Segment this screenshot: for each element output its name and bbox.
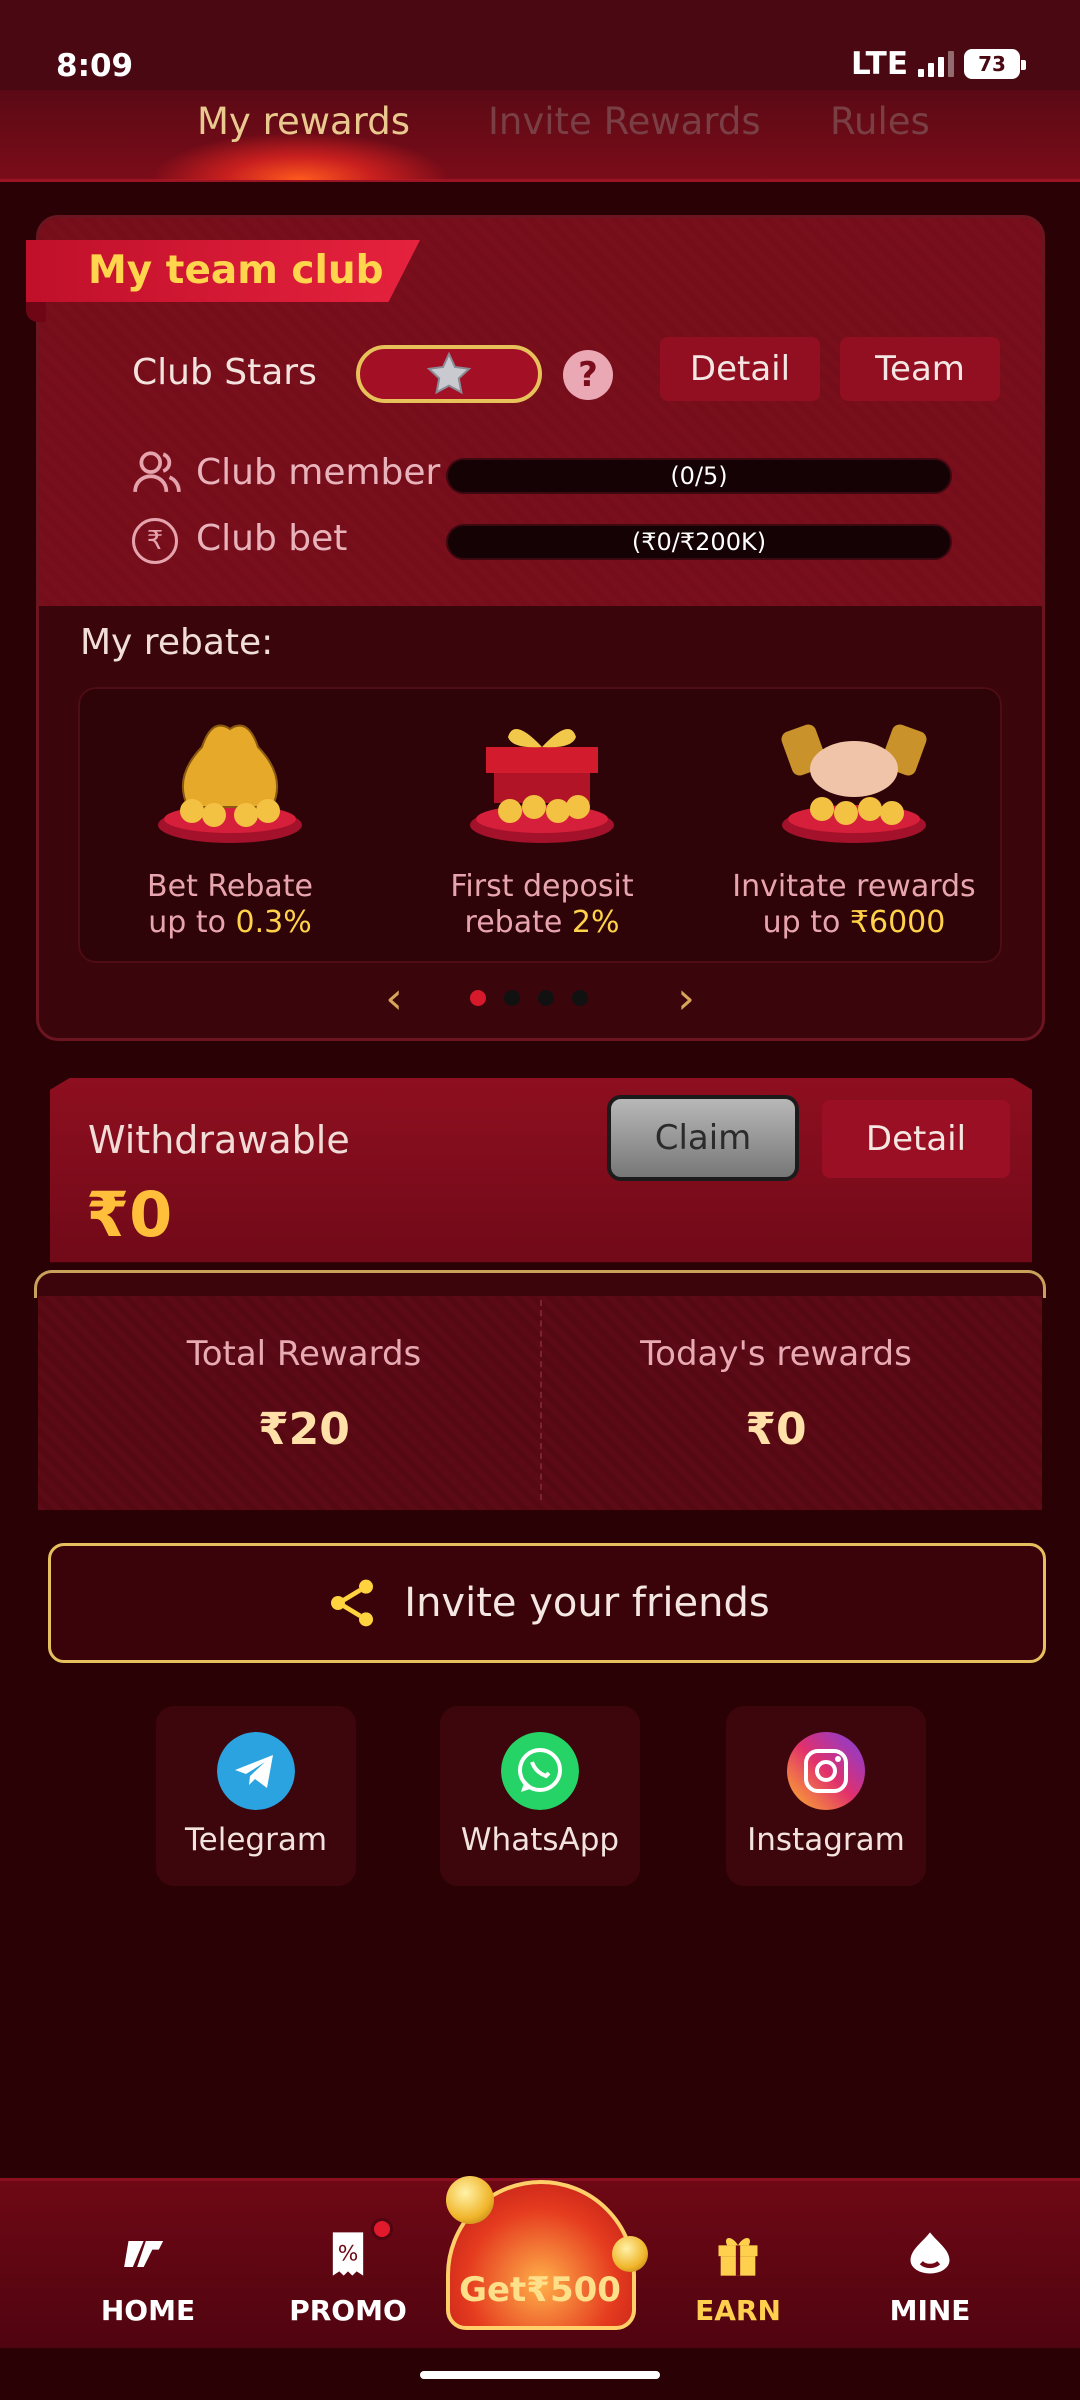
club-stars-badge bbox=[356, 345, 542, 403]
nav-promo[interactable]: % PROMO bbox=[268, 2228, 428, 2327]
club-bet-label: Club bet bbox=[196, 518, 348, 559]
money-bag-icon bbox=[158, 724, 302, 843]
invite-friends-button[interactable]: Invite your friends bbox=[48, 1543, 1046, 1663]
gift-box-icon bbox=[470, 729, 614, 843]
rebate-carousel: Bet Rebate up to 0.3% First deposit rebate… bbox=[78, 687, 1002, 963]
carousel-prev-icon[interactable]: ‹ bbox=[374, 975, 414, 1023]
tab-rules[interactable]: Rules bbox=[830, 100, 930, 143]
handshake-icon bbox=[781, 724, 927, 843]
club-detail-button[interactable]: Detail bbox=[660, 337, 820, 401]
claim-button[interactable]: Claim bbox=[607, 1095, 799, 1181]
scroll-edge bbox=[34, 1270, 1046, 1298]
status-icons: LTE 73 bbox=[851, 46, 1026, 82]
team-club-title: My team club bbox=[88, 248, 384, 293]
share-icon bbox=[331, 1579, 374, 1627]
total-rewards-value: ₹20 bbox=[258, 1404, 350, 1455]
rupee-icon: ₹ bbox=[132, 518, 178, 564]
withdrawable-detail-button[interactable]: Detail bbox=[822, 1100, 1010, 1178]
rebate-text: Invitate rewards up to ₹6000 bbox=[732, 869, 976, 940]
withdrawable-amount: ₹0 bbox=[86, 1178, 173, 1251]
instagram-icon bbox=[787, 1732, 865, 1810]
telegram-icon bbox=[217, 1732, 295, 1810]
whatsapp-icon bbox=[501, 1732, 579, 1810]
withdrawable-label: Withdrawable bbox=[88, 1118, 350, 1162]
battery-icon: 73 bbox=[964, 49, 1026, 79]
rebate-title: My rebate: bbox=[80, 622, 274, 663]
carousel-dots bbox=[470, 990, 588, 1006]
home-icon bbox=[68, 2228, 228, 2280]
rebate-text: First deposit rebate 2% bbox=[450, 869, 634, 940]
share-instagram[interactable]: Instagram bbox=[726, 1706, 926, 1886]
share-telegram[interactable]: Telegram bbox=[156, 1706, 356, 1886]
share-whatsapp[interactable]: WhatsApp bbox=[440, 1706, 640, 1886]
rebate-item-first-deposit[interactable]: First deposit rebate 2% bbox=[392, 689, 692, 965]
coin-icon bbox=[612, 2236, 648, 2272]
gift-icon bbox=[658, 2228, 818, 2280]
status-time: 8:09 bbox=[56, 48, 134, 84]
club-stars-label: Club Stars bbox=[132, 352, 317, 393]
nav-label: PROMO bbox=[289, 2294, 407, 2327]
profile-icon bbox=[850, 2228, 1010, 2280]
share-label: WhatsApp bbox=[460, 1822, 620, 1858]
network-label: LTE bbox=[851, 46, 908, 82]
share-label: Instagram bbox=[747, 1822, 905, 1858]
club-member-label: Club member bbox=[196, 452, 441, 493]
signal-icon bbox=[918, 51, 954, 77]
promo-icon: % bbox=[268, 2228, 428, 2280]
club-team-button[interactable]: Team bbox=[840, 337, 1000, 401]
today-rewards-value: ₹0 bbox=[745, 1404, 807, 1455]
total-rewards-label: Total Rewards bbox=[186, 1334, 422, 1374]
rebate-item-invite[interactable]: Invitate rewards up to ₹6000 bbox=[704, 689, 1004, 965]
today-rewards-label: Today's rewards bbox=[640, 1334, 912, 1374]
tab-my-rewards[interactable]: My rewards bbox=[197, 100, 410, 143]
club-member-progress: (0/5) bbox=[446, 458, 952, 494]
coin-icon bbox=[446, 2176, 494, 2224]
share-label: Telegram bbox=[184, 1822, 328, 1858]
members-icon bbox=[133, 451, 181, 492]
nav-label: MINE bbox=[889, 2294, 971, 2327]
promo-badge bbox=[371, 2218, 393, 2240]
nav-mine[interactable]: MINE bbox=[850, 2228, 1010, 2327]
nav-label: EARN bbox=[695, 2294, 781, 2327]
carousel-next-icon[interactable]: › bbox=[666, 975, 706, 1023]
help-icon[interactable]: ? bbox=[563, 350, 613, 400]
star-icon bbox=[426, 351, 472, 395]
reward-tabs: My rewards Invite Rewards Rules bbox=[0, 90, 1080, 182]
nav-label: HOME bbox=[100, 2294, 196, 2327]
nav-home[interactable]: HOME bbox=[68, 2228, 228, 2327]
tab-invite-rewards[interactable]: Invite Rewards bbox=[488, 100, 761, 143]
invite-friends-label: Invite your friends bbox=[404, 1580, 770, 1626]
club-bet-progress: (₹0/₹200K) bbox=[446, 524, 952, 560]
totals-divider bbox=[540, 1300, 542, 1500]
rebate-item-bet[interactable]: Bet Rebate up to 0.3% bbox=[80, 689, 380, 965]
home-indicator[interactable] bbox=[420, 2371, 660, 2379]
nav-earn[interactable]: EARN bbox=[658, 2228, 818, 2327]
get-bonus-label[interactable]: Get₹500 bbox=[440, 2270, 640, 2310]
rebate-text: Bet Rebate up to 0.3% bbox=[147, 869, 313, 940]
svg-text:%: % bbox=[338, 2242, 359, 2267]
